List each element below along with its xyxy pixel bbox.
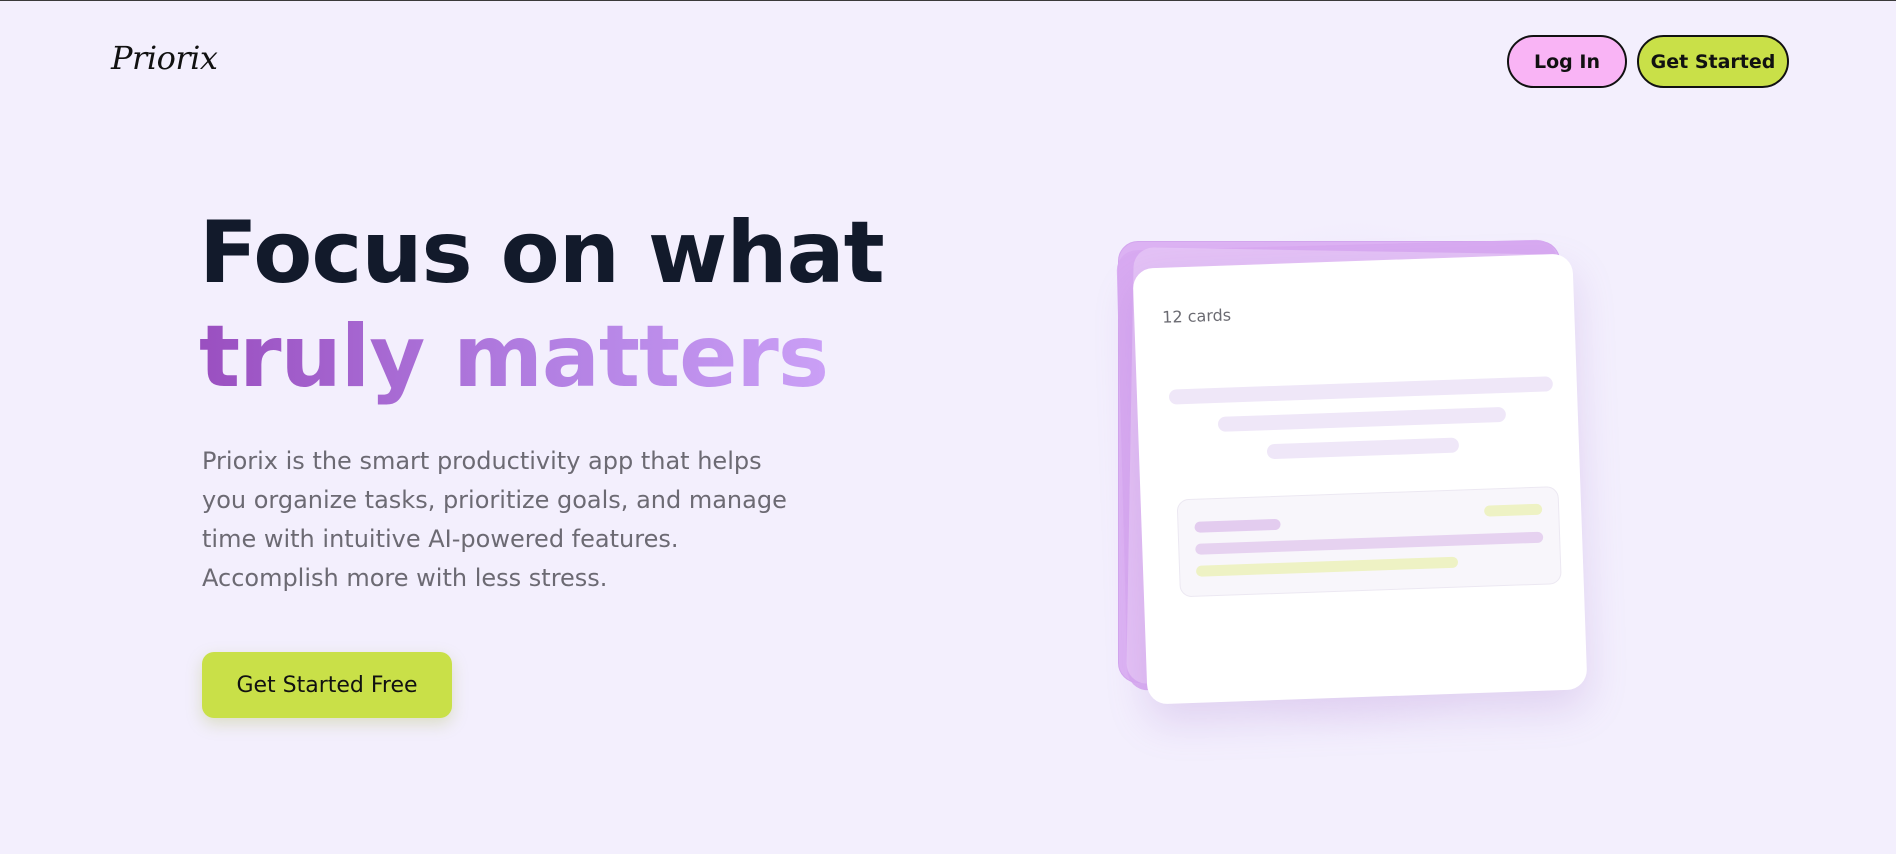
brand-logo[interactable]: Priorix xyxy=(111,39,218,77)
hero-headline-accent: truly matters xyxy=(199,305,884,409)
get-started-free-button[interactable]: Get Started Free xyxy=(202,652,452,718)
card-stack-illustration: 12 cards xyxy=(1100,221,1620,741)
placeholder-line xyxy=(1195,556,1459,577)
card-count-label: 12 cards xyxy=(1161,305,1232,327)
placeholder-line xyxy=(1266,437,1460,460)
placeholder-tag xyxy=(1484,503,1543,517)
hero-headline-line1: Focus on what xyxy=(199,203,885,303)
placeholder-line xyxy=(1195,531,1544,555)
get-started-button[interactable]: Get Started xyxy=(1637,35,1789,88)
login-button[interactable]: Log In xyxy=(1507,35,1627,88)
placeholder-panel xyxy=(1176,486,1562,598)
placeholder-chip xyxy=(1194,518,1281,533)
hero-headline: Focus on what truly matters xyxy=(199,201,885,409)
stack-card-front: 12 cards xyxy=(1132,253,1588,705)
landing-page: Priorix Log In Get Started Focus on what… xyxy=(0,1,1896,854)
placeholder-line xyxy=(1217,406,1507,432)
placeholder-line xyxy=(1168,376,1554,405)
hero-description: Priorix is the smart productivity app th… xyxy=(202,447,787,592)
